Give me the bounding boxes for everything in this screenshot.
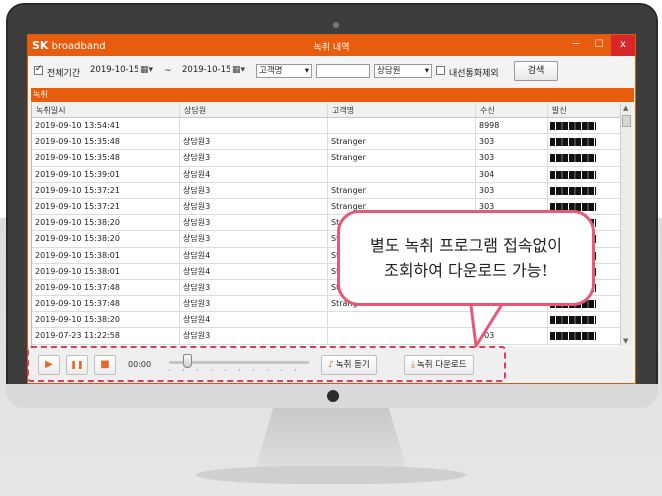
agent-select[interactable]: 상담원 ▾ xyxy=(374,64,432,78)
redacted-number-mask xyxy=(550,332,596,341)
column-header[interactable]: 수신 xyxy=(476,103,548,117)
table-header: 녹취일시 상담원 고객명 수신 발신 xyxy=(32,103,620,118)
table-cell: 2019-09-10 15:38:20 xyxy=(32,312,180,328)
table-cell: 2019-09-10 15:38:01 xyxy=(32,263,180,279)
monitor-stand-neck xyxy=(255,408,407,470)
date-from-field[interactable]: 2019-10-15 xyxy=(88,64,138,78)
table-cell: 2019-09-10 15:39:01 xyxy=(32,166,180,182)
column-header[interactable]: 상담원 xyxy=(180,103,328,117)
recording-window: SK broadband 녹취 내역 ─ ☐ x 전체기간 2019-10-15… xyxy=(27,34,636,384)
exclude-internal-checkbox[interactable] xyxy=(436,66,445,75)
all-period-checkbox[interactable] xyxy=(34,64,43,75)
table-cell: 상담원3 xyxy=(180,296,328,312)
table-row[interactable]: 2019-07-23 11:22:58 상담원3 303 xyxy=(32,328,620,345)
table-cell: 상담원3 xyxy=(180,279,328,296)
table-cell xyxy=(328,312,476,328)
table-cell: 2019-09-10 13:54:41 xyxy=(32,118,180,134)
table-cell: Stranger xyxy=(328,150,476,166)
redacted-number-mask xyxy=(550,138,596,147)
callout-line-2: 조회하여 다운로드 가능! xyxy=(384,261,548,280)
monitor-stand-foot xyxy=(196,466,466,484)
scroll-up-icon[interactable]: ▲ xyxy=(623,104,628,112)
column-header[interactable]: 발신 xyxy=(548,103,620,117)
title-bar: SK broadband 녹취 내역 ─ ☐ x xyxy=(28,35,635,56)
table-cell: 상담원3 xyxy=(180,215,328,231)
table-cell: 2019-09-10 15:37:21 xyxy=(32,198,180,215)
customer-field-select[interactable]: 고객명 ▾ xyxy=(256,64,312,78)
table-cell: 303 xyxy=(476,150,548,166)
table-cell: 2019-09-10 15:37:21 xyxy=(32,182,180,198)
table-cell: 2019-09-10 15:35:48 xyxy=(32,150,180,166)
table-cell: 상담원3 xyxy=(180,198,328,215)
table-row[interactable]: 2019-09-10 15:37:21 상담원3 Stranger 303 xyxy=(32,182,620,199)
table-cell xyxy=(328,328,476,344)
date-to-field[interactable]: 2019-10-15 xyxy=(180,64,230,78)
table-cell: 2019-09-10 15:38:20 xyxy=(32,231,180,247)
table-cell: 8998 xyxy=(476,118,548,134)
table-cell: 상담원4 xyxy=(180,166,328,182)
column-header[interactable]: 녹취일시 xyxy=(32,103,180,117)
table-cell: 303 xyxy=(476,182,548,198)
table-cell: 상담원3 xyxy=(180,231,328,247)
scroll-thumb[interactable] xyxy=(622,115,631,127)
customer-search-input[interactable] xyxy=(316,64,370,78)
table-cell: Stranger xyxy=(328,182,476,198)
table-cell: 상담원3 xyxy=(180,328,328,344)
table-cell: 상담원3 xyxy=(180,134,328,150)
camera-dot xyxy=(333,22,339,28)
redacted-number-mask xyxy=(550,122,596,130)
chevron-down-icon: ▾ xyxy=(304,66,309,76)
column-header[interactable]: 고객명 xyxy=(328,103,476,117)
table-cell: 2019-09-10 15:37:48 xyxy=(32,296,180,312)
all-period-label: 전체기간 xyxy=(47,69,81,79)
table-cell: 2019-09-10 15:38:20 xyxy=(32,215,180,231)
power-button-icon xyxy=(327,390,339,402)
table-row[interactable]: 2019-09-10 13:54:41 8998 xyxy=(32,118,620,135)
redacted-number-mask xyxy=(550,186,596,195)
table-cell: 304 xyxy=(476,166,548,182)
chevron-down-icon: ▾ xyxy=(424,66,429,76)
table-cell: 2019-09-10 15:38:01 xyxy=(32,247,180,263)
table-row[interactable]: 2019-09-10 15:35:48 상담원3 Stranger 303 xyxy=(32,134,620,151)
redacted-number-mask xyxy=(550,170,596,179)
table-row[interactable]: 2019-09-10 15:35:48 상담원3 Stranger 303 xyxy=(32,150,620,167)
table-cell: 상담원4 xyxy=(180,312,328,328)
search-button[interactable]: 검색 xyxy=(514,61,558,81)
table-cell: 상담원3 xyxy=(180,182,328,198)
table-cell: Stranger xyxy=(328,134,476,150)
maximize-button[interactable]: ☐ xyxy=(588,35,610,56)
date-range-tilde: ~ xyxy=(164,66,172,76)
table-scrollbar[interactable]: ▲ ▼ xyxy=(620,103,632,346)
redacted-number-mask xyxy=(550,316,596,325)
close-button[interactable]: x xyxy=(611,35,635,56)
table-row[interactable]: 2019-09-10 15:38:20 상담원4 xyxy=(32,312,620,329)
table-cell xyxy=(328,166,476,182)
table-cell: 상담원3 xyxy=(180,150,328,166)
filter-toolbar: 전체기간 2019-10-15 ▦▾ ~ 2019-10-15 ▦▾ 고객명▾ … xyxy=(32,61,632,83)
table-cell: 상담원4 xyxy=(180,247,328,263)
window-title: 녹취 내역 xyxy=(313,43,350,53)
callout-bubble: 별도 녹취 프로그램 접속없이 조회하여 다운로드 가능! xyxy=(337,210,595,306)
redacted-number-mask xyxy=(550,154,596,163)
table-cell xyxy=(180,118,328,134)
table-row[interactable]: 2019-09-10 15:39:01 상담원4 304 xyxy=(32,166,620,183)
calendar-dropdown-icon[interactable]: ▦▾ xyxy=(140,65,154,77)
calendar-dropdown-icon[interactable]: ▦▾ xyxy=(232,65,246,77)
table-cell: 303 xyxy=(476,134,548,150)
section-header: 녹취 xyxy=(31,88,634,102)
table-cell: 2019-09-10 15:35:48 xyxy=(32,134,180,150)
scroll-down-icon[interactable]: ▼ xyxy=(623,337,628,345)
player-highlight-box xyxy=(27,346,506,382)
table-cell: 2019-07-23 11:22:58 xyxy=(32,328,180,344)
minimize-button[interactable]: ─ xyxy=(565,35,587,56)
table-cell: 상담원4 xyxy=(180,263,328,279)
callout-line-1: 별도 녹취 프로그램 접속없이 xyxy=(370,236,562,255)
table-cell xyxy=(328,118,476,134)
exclude-internal-label: 내선통화제외 xyxy=(449,69,499,79)
table-cell: 2019-09-10 15:37:48 xyxy=(32,279,180,296)
